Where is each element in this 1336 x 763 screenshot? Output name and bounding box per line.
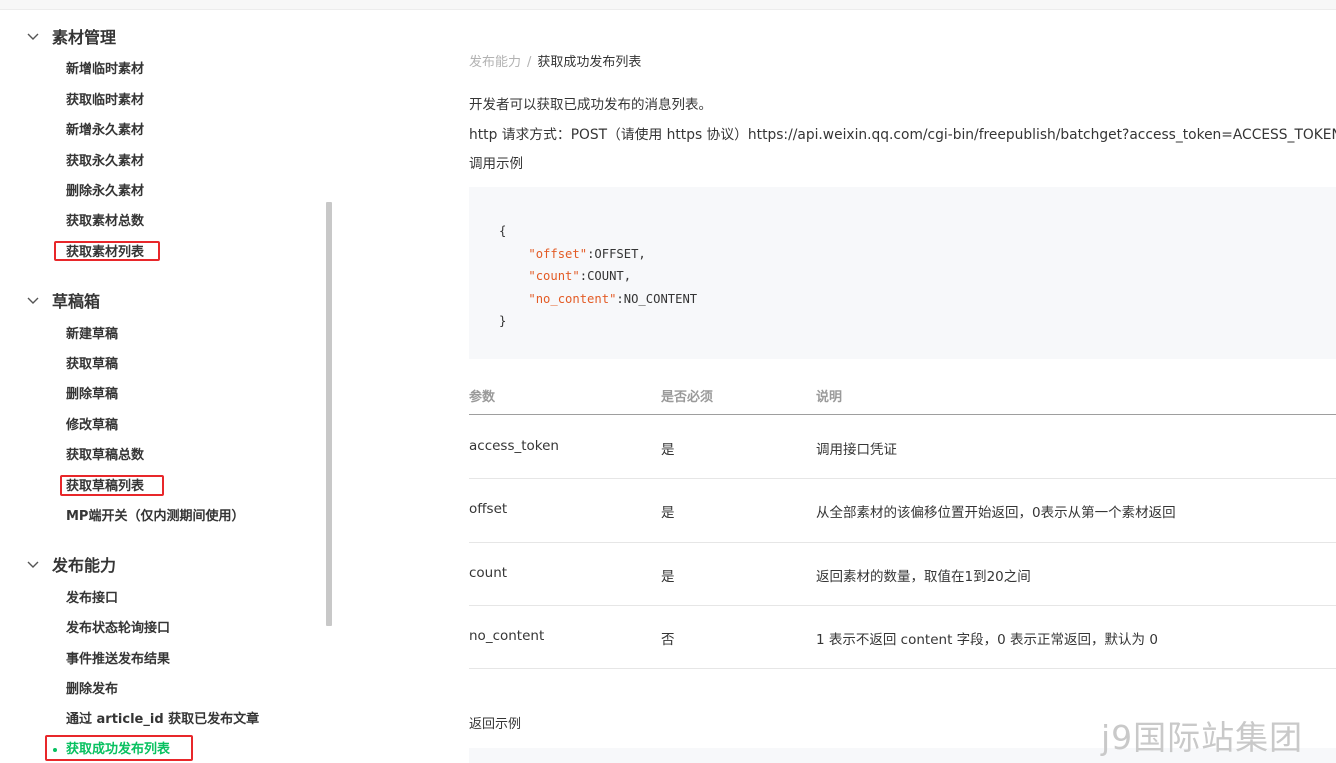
sidebar-group-drafts[interactable]: 草稿箱 — [24, 288, 100, 312]
sidebar-item-get-draft[interactable]: 获取草稿 — [66, 356, 118, 374]
sidebar-group-publish[interactable]: 发布能力 — [24, 552, 116, 576]
table-cell-required: 否 — [661, 632, 675, 648]
code-value: :OFFSET, — [587, 246, 646, 261]
sidebar-item-draft-count[interactable]: 获取草稿总数 — [66, 447, 144, 465]
code-example-block: { "offset":OFFSET, "count":COUNT, "no_co… — [469, 187, 1336, 359]
table-cell-param: access_token — [469, 438, 559, 454]
sidebar-group-title: 发布能力 — [52, 556, 117, 575]
code-example: { "offset":OFFSET, "count":COUNT, "no_co… — [499, 220, 697, 333]
table-cell-desc: 返回素材的数量，取值在1到20之间 — [816, 569, 1031, 585]
table-header-param: 参数 — [469, 390, 496, 405]
sidebar-scrollbar[interactable] — [326, 202, 332, 626]
table-cell-required: 是 — [661, 505, 675, 521]
breadcrumb: 发布能力 / 获取成功发布列表 — [469, 51, 641, 70]
code-key: "count" — [528, 269, 580, 284]
table-cell-param: count — [469, 565, 508, 581]
table-cell-desc: 从全部素材的该偏移位置开始返回，0表示从第一个素材返回 — [816, 505, 1176, 521]
call-example-label: 调用示例 — [469, 156, 523, 172]
breadcrumb-current: 获取成功发布列表 — [537, 55, 642, 70]
http-request-line: http 请求方式：POST（请使用 https 协议）https://api.… — [469, 127, 1336, 143]
sidebar-group-title: 素材管理 — [52, 28, 117, 47]
code-key: "offset" — [528, 246, 588, 261]
watermark: j9国际站集团 — [1101, 718, 1304, 757]
sidebar-item-publish-status[interactable]: 发布状态轮询接口 — [66, 620, 170, 638]
sidebar-item-update-draft[interactable]: 修改草稿 — [66, 417, 118, 435]
sidebar-item-new-draft[interactable]: 新建草稿 — [66, 326, 118, 344]
breadcrumb-parent-link[interactable]: 发布能力 — [469, 55, 521, 70]
table-cell-desc: 1 表示不返回 content 字段，0 表示正常返回，默认为 0 — [816, 632, 1158, 648]
sidebar-item-delete-publish[interactable]: 删除发布 — [66, 681, 118, 699]
table-row-divider — [469, 478, 1336, 479]
sidebar-item-publish-api[interactable]: 发布接口 — [66, 590, 118, 608]
sidebar-item-delete-draft[interactable]: 删除草稿 — [66, 386, 118, 404]
return-example-label: 返回示例 — [469, 717, 522, 732]
sidebar-item-add-permanent-material[interactable]: 新增永久素材 — [66, 122, 144, 140]
highlight-box — [54, 241, 160, 261]
sidebar-item-mp-switch[interactable]: MP端开关（仅内测期间使用） — [66, 508, 244, 526]
table-row-divider — [469, 668, 1336, 669]
sidebar-item-get-article[interactable]: 通过 article_id 获取已发布文章 — [66, 711, 259, 729]
code-brace-open: { — [499, 224, 507, 238]
sidebar-group-title: 草稿箱 — [52, 292, 101, 311]
intro-text: 开发者可以获取已成功发布的消息列表。 — [469, 97, 712, 113]
table-row-divider — [469, 605, 1336, 606]
table-cell-param: offset — [469, 501, 508, 517]
table-cell-desc: 调用接口凭证 — [816, 442, 897, 458]
table-row-divider — [469, 542, 1336, 543]
sidebar-item-get-permanent-material[interactable]: 获取永久素材 — [66, 153, 144, 171]
table-header-divider — [469, 414, 1336, 415]
code-key: "no_content" — [528, 291, 617, 306]
code-value: :COUNT, — [579, 269, 632, 284]
highlight-box — [60, 475, 164, 496]
chevron-down-icon — [27, 561, 39, 568]
breadcrumb-separator: / — [527, 55, 532, 70]
table-header-required: 是否必须 — [661, 390, 714, 405]
sidebar-item-add-temp-material[interactable]: 新增临时素材 — [66, 61, 144, 79]
sidebar-item-get-temp-material[interactable]: 获取临时素材 — [66, 92, 144, 110]
sidebar-nav: 素材管理 新增临时素材 获取临时素材 新增永久素材 获取永久素材 删除永久素材 … — [0, 0, 324, 761]
table-cell-required: 是 — [661, 442, 675, 458]
chevron-down-icon — [27, 297, 39, 304]
code-brace-close: } — [499, 314, 507, 329]
sidebar-group-material[interactable]: 素材管理 — [24, 24, 116, 48]
chevron-down-icon — [27, 33, 39, 40]
code-value: :NO_CONTENT — [616, 291, 698, 306]
table-header-desc: 说明 — [816, 390, 843, 405]
highlight-box — [45, 735, 193, 761]
sidebar-item-publish-event[interactable]: 事件推送发布结果 — [66, 651, 170, 669]
table-cell-required: 是 — [661, 569, 675, 585]
sidebar-item-delete-permanent-material[interactable]: 删除永久素材 — [66, 183, 144, 201]
sidebar-item-material-count[interactable]: 获取素材总数 — [66, 213, 144, 231]
table-cell-param: no_content — [469, 628, 545, 644]
